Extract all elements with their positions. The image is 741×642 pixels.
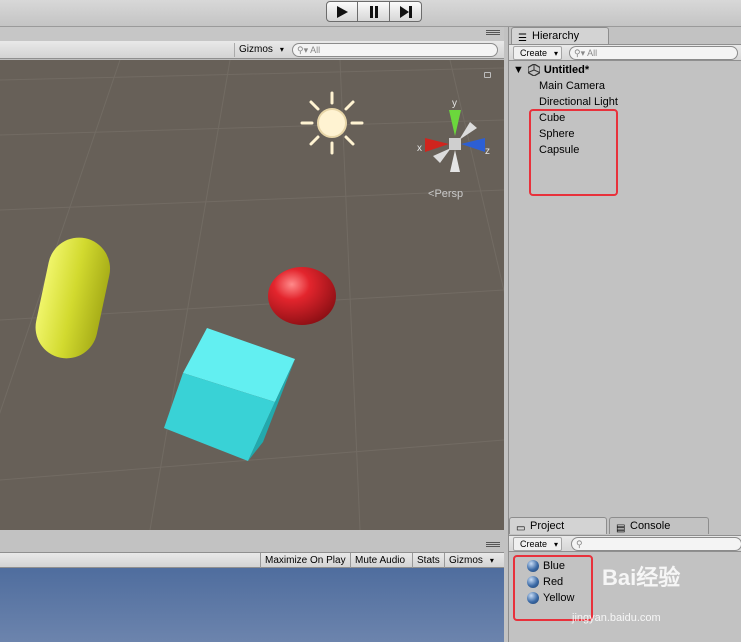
panel-menu-icon[interactable] [486,30,500,40]
game-panel: Maximize On Play Mute Audio Stats Gizmos… [0,530,504,642]
hierarchy-item[interactable]: Main Camera [539,78,605,94]
scene-search-input[interactable]: ⚲▾ All [292,43,498,57]
watermark-url: jingyan.baidu.com [572,612,661,624]
gizmos-label: Gizmos [449,555,483,566]
search-icon: ⚲ [576,539,583,549]
chevron-down-icon: ▾ [489,556,494,565]
tab-project[interactable]: ▭ Project [509,517,607,534]
stats-toggle[interactable]: Stats [412,553,444,568]
scene-tab-bar [0,27,504,41]
scene-canvas: y x z [0,60,504,530]
hierarchy-item[interactable]: Directional Light [539,94,618,110]
game-toolbar: Maximize On Play Mute Audio Stats Gizmos… [0,552,504,568]
tab-project-label: Project [530,520,565,532]
scene-root-item[interactable]: ▼ Untitled* [513,62,589,78]
scene-viewport[interactable]: y x z <Persp [0,60,504,530]
directional-light-icon[interactable] [300,91,364,155]
maximize-on-play-toggle[interactable]: Maximize On Play [260,553,350,568]
unity-scene-icon [527,64,540,76]
pause-button[interactable] [358,1,390,22]
search-placeholder: All [310,45,321,55]
lock-icon[interactable] [484,72,491,78]
mute-audio-toggle[interactable]: Mute Audio [350,553,409,568]
axis-y-label: y [452,98,457,109]
hierarchy-search-input[interactable]: ⚲▾ All [569,46,738,60]
hierarchy-panel: ☰ Hierarchy Create ⚲▾ All ▼ Untitled* Ma… [508,27,741,513]
axis-x-label: x [417,143,422,154]
projection-toggle[interactable]: <Persp [428,188,463,200]
tab-console-label: Console [630,520,671,532]
play-icon [337,5,348,18]
playback-controls [326,1,422,22]
search-icon: ⚲▾ [297,45,309,55]
panel-menu-icon[interactable] [486,542,500,552]
cube-object[interactable] [164,328,295,461]
scene-gizmo[interactable]: y x z [417,98,490,172]
step-icon [399,5,412,18]
search-icon: ⚲▾ [574,48,586,58]
watermark-logo: Bai经验 [602,565,681,590]
sphere-object[interactable] [268,267,336,325]
scene-panel: Gizmos ⚲▾ All [0,27,504,530]
create-button[interactable]: Create [513,46,563,60]
hierarchy-toolbar: Create ⚲▾ All [509,44,741,61]
gizmos-dropdown[interactable]: Gizmos ▾ [444,553,497,568]
create-button[interactable]: Create [513,537,563,551]
capsule-object[interactable] [30,232,116,364]
gizmos-dropdown[interactable]: Gizmos [234,43,287,57]
expand-triangle-icon[interactable]: ▼ [513,62,524,78]
project-search-input[interactable]: ⚲ [571,537,741,551]
scene-toolbar: Gizmos ⚲▾ All [0,41,504,59]
play-button[interactable] [326,1,358,22]
step-button[interactable] [390,1,422,22]
project-toolbar: Create ⚲ [509,535,741,552]
tab-console[interactable]: ▤ Console [609,517,709,534]
tab-hierarchy[interactable]: ☰ Hierarchy [511,27,609,44]
game-viewport[interactable] [0,568,504,642]
highlight-box [529,109,618,196]
scene-name: Untitled* [543,64,590,76]
persp-label: Persp [434,188,464,200]
pause-icon [369,5,378,18]
top-toolbar [0,0,741,27]
search-placeholder: All [587,48,598,58]
tab-hierarchy-label: Hierarchy [532,30,580,42]
axis-z-label: z [485,146,490,157]
